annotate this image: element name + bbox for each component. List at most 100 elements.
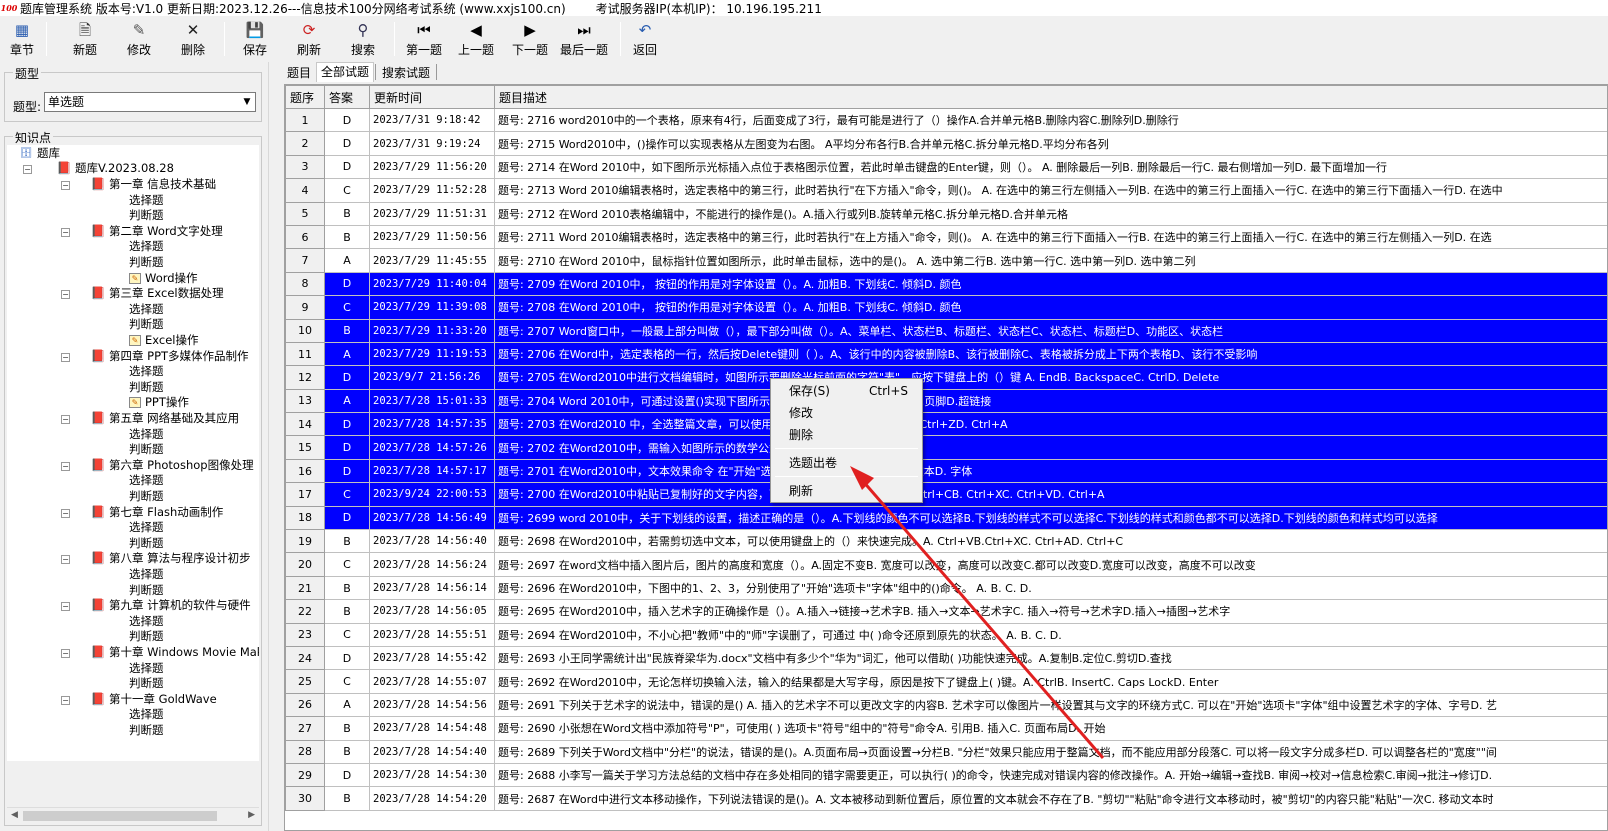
updated-time-cell[interactable]: 2023/7/28 14:55:42 <box>369 645 495 671</box>
collapse-toggle[interactable]: − <box>61 290 70 300</box>
edit-button[interactable]: ✎ 修改 <box>120 18 158 60</box>
tree-leaf[interactable]: 判断题 <box>129 676 164 691</box>
description-cell[interactable]: 题号: 2708 在Word 2010中， 按钮的作用是对字体设置（）。A. 加… <box>494 295 1607 320</box>
answer-cell[interactable]: B <box>324 224 370 250</box>
column-header-order[interactable]: 题序 <box>285 85 325 109</box>
updated-time-cell[interactable]: 2023/7/29 11:40:04 <box>369 271 495 297</box>
answer-cell[interactable]: C <box>324 622 370 647</box>
answer-cell[interactable]: B <box>324 716 370 741</box>
tree-chapter[interactable]: 📕 第十章 Windows Movie Make <box>91 645 259 660</box>
answer-cell[interactable]: D <box>324 505 370 531</box>
scroll-left-icon[interactable]: ◀ <box>11 810 18 820</box>
updated-time-cell[interactable]: 2023/7/28 14:56:24 <box>369 552 495 577</box>
question-grid[interactable]: 题序 答案 更新时间 题目描述 1 D 2023/7/31 9:18:42 题号: 2… <box>284 84 1608 831</box>
table-row[interactable]: 5 B 2023/7/29 11:51:31 题号: 2712 在Word 2010表… <box>285 201 1607 226</box>
tree-leaf[interactable]: 选择题 <box>129 364 164 379</box>
row-number[interactable]: 26 <box>285 692 325 718</box>
tree-chapter[interactable]: 📕 第五章 网络基础及其应用 <box>91 411 240 426</box>
tree-chapter[interactable]: 📕 第七章 Flash动画制作 <box>91 505 224 520</box>
tree-chapter[interactable]: 📕 第九章 计算机的软件与硬件 <box>91 598 251 613</box>
table-row[interactable]: 12D2023/9/7 21:56:26题号: 2705 在Word2010中进… <box>285 365 1607 390</box>
description-cell[interactable]: 题号: 2693 小王同学需统计出"民族脊梁华为.docx"文档中有多少个"华为… <box>494 645 1607 671</box>
table-row[interactable]: 2 D 2023/7/31 9:19:24 题号: 2715 Word2010中，()… <box>285 131 1607 156</box>
search-button[interactable]: ⚲ 搜索 <box>344 18 382 60</box>
answer-cell[interactable]: C <box>324 669 370 694</box>
table-row[interactable]: 13 A 2023/7/28 15:01:33 题号: 2704 Word 2010中… <box>285 388 1607 414</box>
row-number[interactable]: 24 <box>285 645 325 671</box>
table-row[interactable]: 11 A 2023/7/29 11:19:53 题号: 2706 在Word中，选定表… <box>285 341 1607 367</box>
table-row[interactable]: 9 C 2023/7/29 11:39:08 题号: 2708 在Word 2010中… <box>285 295 1607 320</box>
table-row[interactable]: 6 B 2023/7/29 11:50:56 题号: 2711 Word 2010编辑… <box>285 224 1607 250</box>
collapse-toggle[interactable]: − <box>61 649 70 658</box>
menu-item-delete[interactable]: 删除 <box>789 426 813 444</box>
table-row[interactable]: 14 D 2023/7/28 14:57:35 题号: 2703 在Word2010 … <box>285 412 1607 437</box>
answer-cell[interactable]: A <box>324 692 370 718</box>
row-number[interactable]: 14 <box>285 412 325 437</box>
tree-root[interactable]: 🗄 题库 <box>19 146 60 161</box>
tree-leaf[interactable]: ✎ PPT操作 <box>129 395 189 410</box>
table-row[interactable]: 17 C 2023/9/24 22:00:53 题号: 2700 在Word2010中… <box>285 482 1607 507</box>
row-number[interactable]: 30 <box>285 786 325 811</box>
updated-time-cell[interactable]: 2023/7/28 14:55:51 <box>369 622 495 647</box>
updated-time-cell[interactable]: 2023/7/28 14:56:14 <box>369 575 495 601</box>
description-cell[interactable]: 题号: 2694 在Word2010中，不小心把"教师"中的"师"字误删了，可通… <box>494 622 1607 647</box>
tree-leaf[interactable]: 判断题 <box>129 489 164 504</box>
column-header-description[interactable]: 题目描述 <box>494 85 1607 109</box>
row-number[interactable]: 15 <box>285 435 325 460</box>
tree-leaf[interactable]: 判断题 <box>129 255 164 270</box>
updated-time-cell[interactable]: 2023/9/24 22:00:53 <box>369 482 495 507</box>
row-number[interactable]: 1 <box>285 107 325 133</box>
tree-leaf[interactable]: 选择题 <box>129 193 164 208</box>
save-button[interactable]: 💾 保存 <box>236 18 274 60</box>
row-number[interactable]: 3 <box>285 154 325 180</box>
description-cell[interactable]: 题号: 2716 word2010中的一个表格，原来有4行，后面变成了3行，最有… <box>494 107 1607 133</box>
table-row[interactable]: 8 D 2023/7/29 11:40:04 题号: 2709 在Word 2010中… <box>285 271 1607 297</box>
menu-item-edit[interactable]: 修改 <box>789 404 813 422</box>
row-number[interactable]: 6 <box>285 224 325 250</box>
prev-question-button[interactable]: ◀ 上一题 <box>456 18 496 60</box>
tree-chapter[interactable]: 📕 第四章 PPT多媒体作品制作 <box>91 349 249 364</box>
updated-time-cell[interactable]: 2023/7/28 14:56:05 <box>369 599 495 624</box>
answer-cell[interactable]: D <box>324 458 370 484</box>
answer-cell[interactable]: A <box>324 248 370 273</box>
answer-cell[interactable]: C <box>324 295 370 320</box>
description-cell[interactable]: 题号: 2703 在Word2010 中，全选整篇文章，可以使用键盘快捷键（）。… <box>494 412 1607 437</box>
table-row[interactable]: 25 C 2023/7/28 14:55:07 题号: 2692 在Word2010中… <box>285 669 1607 694</box>
table-row[interactable]: 24 D 2023/7/28 14:55:42 题号: 2693 小王同学需统计出"民… <box>285 645 1607 671</box>
answer-cell[interactable]: C <box>324 552 370 577</box>
answer-cell[interactable]: B <box>324 201 370 226</box>
row-number[interactable]: 20 <box>285 552 325 577</box>
table-row[interactable]: 1 D 2023/7/31 9:18:42 题号: 2716 word2010中的一个… <box>285 107 1607 133</box>
updated-time-cell[interactable]: 2023/7/29 11:19:53 <box>369 341 495 367</box>
table-row[interactable]: 29 D 2023/7/28 14:54:30 题号: 2688 小李写一篇关于学习方… <box>285 762 1607 788</box>
row-number[interactable]: 13 <box>285 388 325 414</box>
answer-cell[interactable]: B <box>324 318 370 343</box>
row-number[interactable]: 28 <box>285 739 325 764</box>
collapse-toggle[interactable]: − <box>61 555 70 565</box>
tree-leaf[interactable]: 选择题 <box>129 567 164 582</box>
updated-time-cell[interactable]: 2023/7/28 14:56:40 <box>369 529 495 554</box>
updated-time-cell[interactable]: 2023/7/29 11:51:31 <box>369 201 495 226</box>
description-cell[interactable]: 题号: 2704 Word 2010中，可通过设置()实现下图所示效果。A.页眉… <box>494 388 1607 414</box>
delete-button[interactable]: ✕ 删除 <box>174 18 212 60</box>
collapse-toggle[interactable]: − <box>61 415 70 424</box>
description-cell[interactable]: 题号: 2698 在Word2010中，若需剪切选中文本，可以使用键盘上的（）来… <box>494 529 1607 554</box>
description-cell[interactable]: 题号: 2697 在word文档中插入图片后，图片的高度和宽度（）。A.固定不变… <box>494 552 1607 577</box>
column-header-updated[interactable]: 更新时间 <box>369 85 495 109</box>
description-cell[interactable]: 题号: 2702 在Word2010中，需输入如图所示的数学公式，应使用（）。A… <box>494 435 1607 460</box>
table-row[interactable]: 28 B 2023/7/28 14:54:40 题号: 2689 下列关于Word文档… <box>285 739 1607 764</box>
panel-splitter[interactable] <box>268 62 276 831</box>
row-number[interactable]: 9 <box>285 295 325 320</box>
tab-questions[interactable]: 题目 <box>282 64 316 82</box>
answer-cell[interactable]: B <box>324 529 370 554</box>
row-number[interactable]: 10 <box>285 318 325 343</box>
updated-time-cell[interactable]: 2023/7/28 14:57:26 <box>369 435 495 460</box>
row-number[interactable]: 22 <box>285 599 325 624</box>
answer-cell[interactable]: B <box>324 739 370 764</box>
updated-time-cell[interactable]: 2023/7/28 14:54:48 <box>369 716 495 741</box>
tree-leaf[interactable]: ✎ Excel操作 <box>129 333 198 348</box>
next-question-button[interactable]: ▶ 下一题 <box>510 18 550 60</box>
description-cell[interactable]: 题号: 2711 Word 2010编辑表格时，选定表格中的第三行，此时若执行"… <box>494 224 1607 250</box>
menu-item-save[interactable]: 保存(S) <box>789 382 830 400</box>
answer-cell[interactable]: D <box>324 107 370 133</box>
